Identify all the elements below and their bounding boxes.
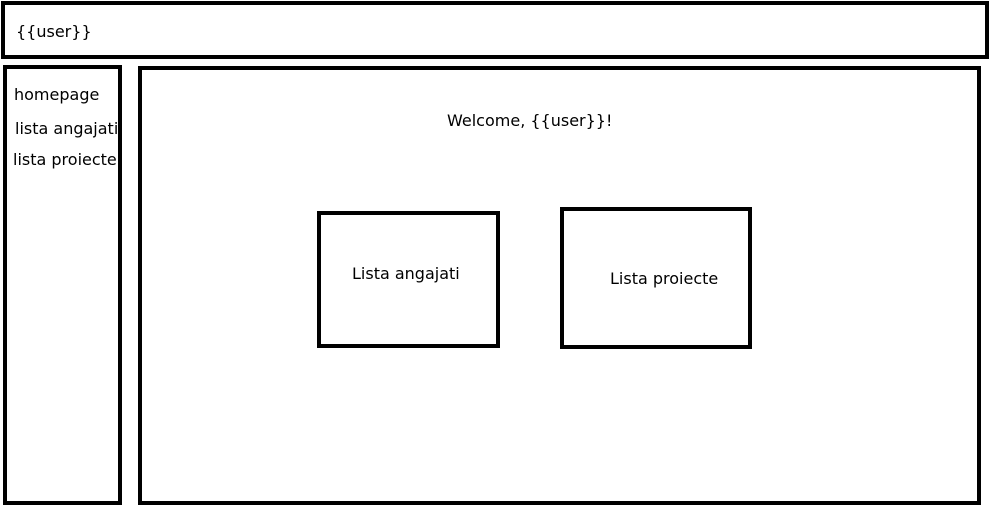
lista-proiecte-card-label: Lista proiecte (610, 269, 719, 288)
lista-angajati-card-label: Lista angajati (352, 264, 460, 283)
lista-proiecte-card[interactable]: Lista proiecte (560, 207, 752, 349)
sidebar-item-homepage[interactable]: homepage (14, 85, 99, 105)
header-user-name: {{user}} (16, 22, 92, 41)
sidebar-item-lista-angajati[interactable]: lista angajati (15, 119, 118, 139)
header-bar: {{user}} (1, 1, 989, 59)
lista-angajati-card[interactable]: Lista angajati (317, 211, 500, 348)
main-content: Welcome, {{user}}! Lista angajati Lista … (138, 66, 981, 505)
welcome-message: Welcome, {{user}}! (447, 111, 613, 130)
sidebar-item-lista-proiecte[interactable]: lista proiecte (13, 150, 117, 170)
sidebar: homepage lista angajati lista proiecte (3, 65, 122, 505)
